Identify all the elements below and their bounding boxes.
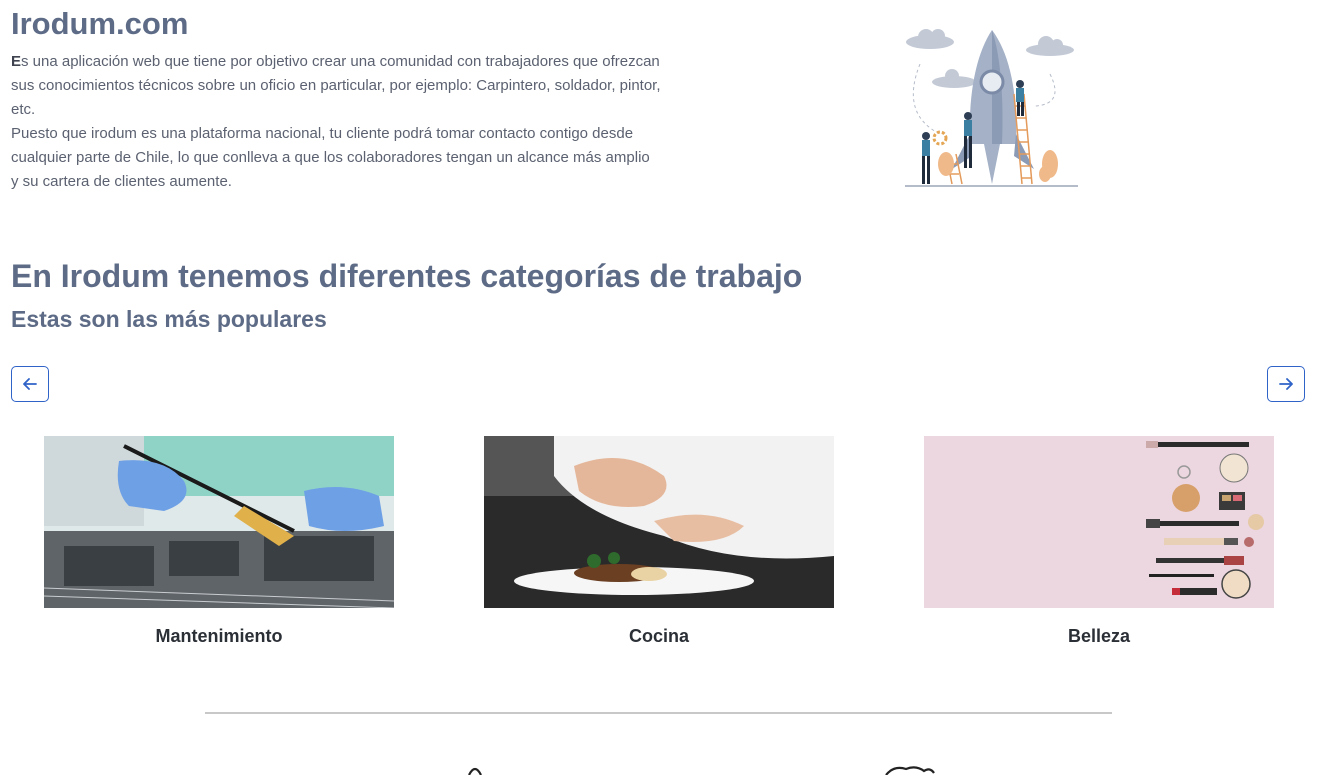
rocket-illustration [905,29,1078,187]
category-label: Mantenimiento [155,626,283,646]
intro-paragraph-2: Puesto que irodum es una plataforma naci… [11,125,650,190]
carousel-next-button[interactable] [1267,366,1305,402]
category-label: Cocina [628,626,689,646]
categories-subtitle: Estas son las más populares [11,306,327,332]
category-label: Belleza [1067,626,1131,646]
categories-title: En Irodum tenemos diferentes categorías … [11,258,803,294]
section-divider [205,712,1112,714]
laptop-repair-photo [44,436,394,608]
category-card-mantenimiento[interactable]: Mantenimiento [44,436,394,647]
chef-plating-photo [484,436,834,608]
site-title: Irodum.com [11,6,189,41]
intro-text: Es una aplicación web que tiene por obje… [11,50,661,194]
intro-first-letter: E [11,53,22,70]
arrow-right-icon [1279,378,1293,390]
arrow-left-icon [23,378,37,390]
makeup-products-photo [924,436,1274,608]
carousel-prev-button[interactable] [11,366,49,402]
category-card-belleza[interactable]: Belleza [924,436,1274,647]
intro-paragraph-1: s una aplicación web que tiene por objet… [11,53,661,118]
category-card-cocina[interactable]: Cocina [484,436,834,647]
